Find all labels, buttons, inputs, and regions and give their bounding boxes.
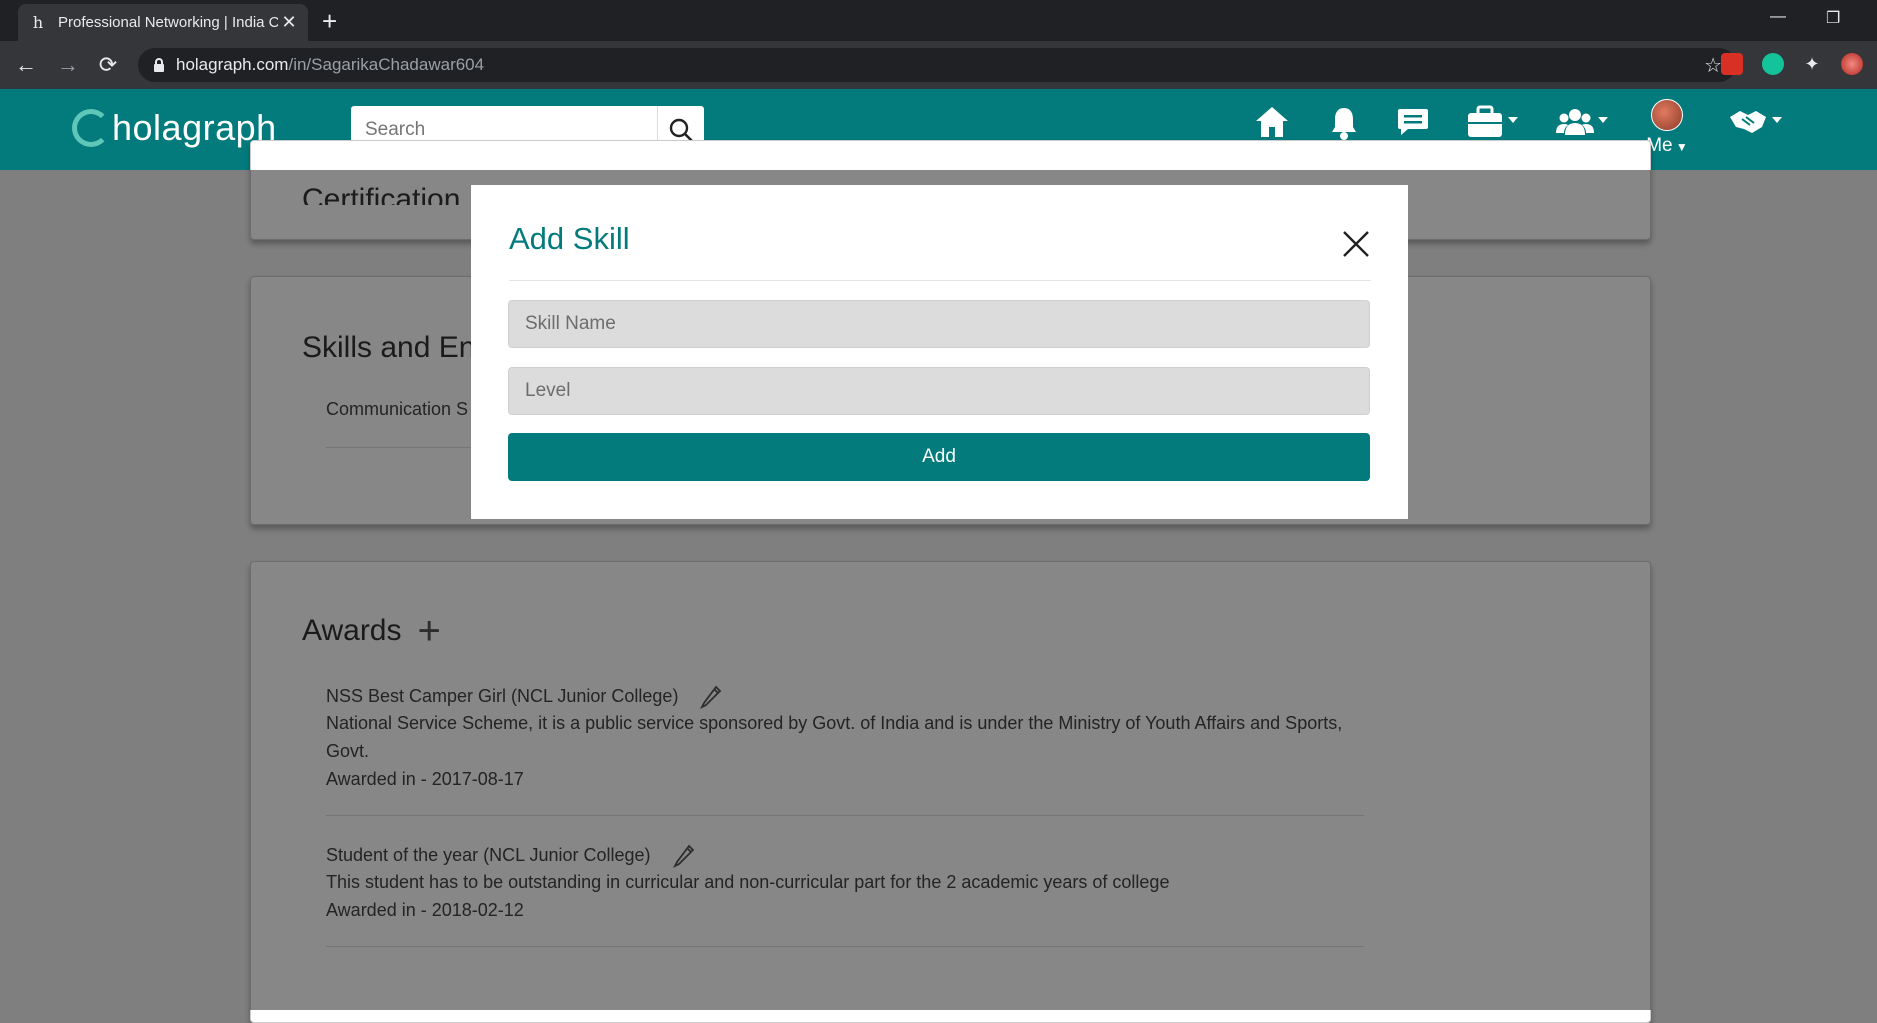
chevron-down-icon: ▼ — [1672, 140, 1688, 154]
reload-icon[interactable]: ⟳ — [94, 51, 122, 79]
new-tab-button[interactable]: + — [322, 6, 337, 36]
tab-title: Professional Networking | India C — [58, 14, 278, 31]
close-icon[interactable] — [1341, 229, 1371, 259]
add-skill-modal: Add Skill Add — [471, 185, 1408, 519]
add-skill-button[interactable]: Add — [508, 433, 1370, 481]
skill-name-input[interactable] — [508, 300, 1370, 348]
jobs-briefcase-icon[interactable] — [1466, 105, 1520, 139]
profile-avatar[interactable] — [1841, 53, 1863, 75]
notifications-bell-icon[interactable] — [1330, 105, 1358, 141]
restore-icon[interactable]: ❐ — [1826, 8, 1840, 28]
browser-toolbar: ← → ⟳ holagraph.com/in/SagarikaChadawar6… — [0, 41, 1877, 89]
bookmark-star-icon[interactable]: ☆ — [1704, 53, 1722, 78]
minimize-icon[interactable]: — — [1770, 8, 1786, 26]
network-people-icon[interactable] — [1556, 105, 1610, 139]
handshake-icon[interactable] — [1728, 105, 1784, 139]
browser-tab-bar: h Professional Networking | India C ✕ + … — [0, 0, 1877, 41]
home-icon[interactable] — [1254, 105, 1290, 139]
modal-title: Add Skill — [509, 221, 630, 256]
back-icon[interactable]: ← — [12, 51, 40, 79]
site-favicon: h — [32, 12, 44, 32]
logo-ring-icon — [72, 109, 110, 147]
forward-icon[interactable]: → — [54, 51, 82, 79]
grammarly-extension-icon[interactable] — [1762, 53, 1784, 75]
tab-close-icon[interactable]: ✕ — [278, 12, 300, 33]
lock-icon — [154, 57, 164, 72]
url-text: holagraph.com/in/SagarikaChadawar604 — [176, 55, 485, 74]
pocket-extension-icon[interactable] — [1721, 53, 1743, 75]
address-bar[interactable]: holagraph.com/in/SagarikaChadawar604 ☆ — [138, 48, 1736, 82]
browser-tab[interactable]: h Professional Networking | India C ✕ — [18, 4, 308, 41]
level-input[interactable] — [508, 367, 1370, 415]
extensions-puzzle-icon[interactable]: ✦ — [1801, 53, 1823, 75]
holagraph-logo[interactable]: holagraph — [72, 107, 277, 149]
modal-divider — [509, 280, 1371, 281]
user-avatar — [1651, 99, 1683, 131]
messages-icon[interactable] — [1396, 105, 1430, 139]
